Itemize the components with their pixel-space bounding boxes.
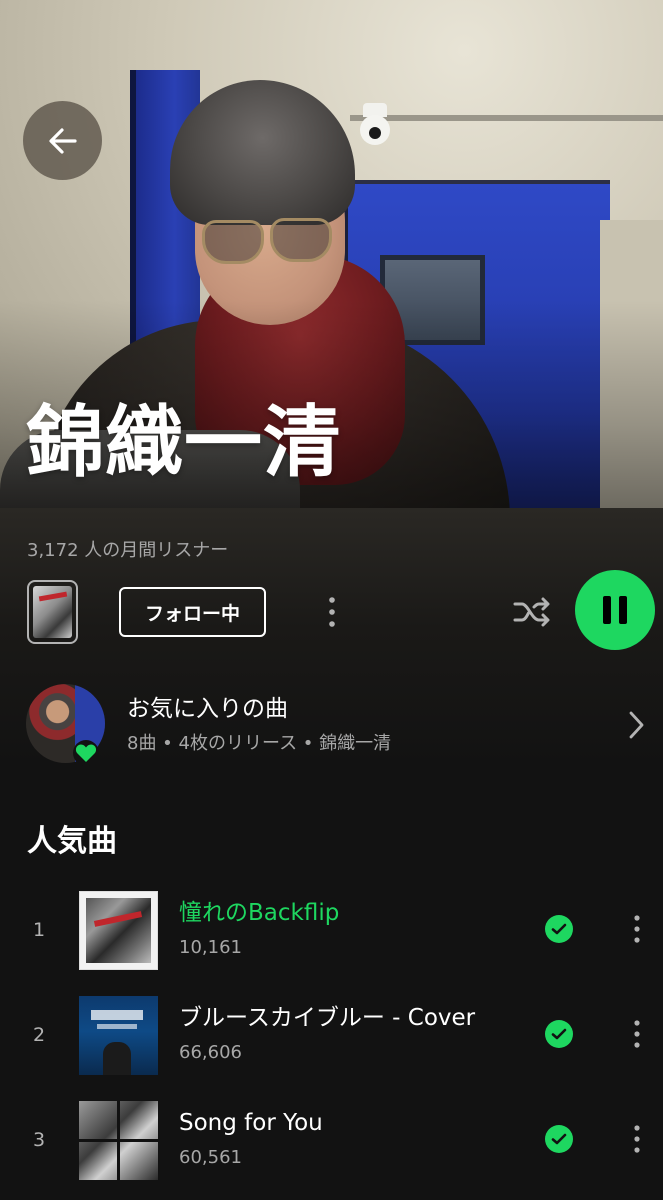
pause-button[interactable] — [575, 570, 655, 650]
track-more-button[interactable] — [624, 1119, 650, 1159]
preview-art — [33, 586, 72, 638]
more-vertical-icon — [634, 1020, 640, 1048]
track-more-button[interactable] — [624, 1014, 650, 1054]
shuffle-icon — [513, 597, 550, 627]
artist-preview-thumbnail[interactable] — [27, 580, 78, 644]
downloaded-button[interactable] — [545, 1020, 573, 1048]
track-rank: 3 — [33, 1129, 46, 1151]
artist-name: 錦織一清 — [26, 398, 343, 488]
liked-songs-subtitle: 8曲 • 4枚のリリース • 錦織一清 — [127, 733, 392, 754]
liked-songs-title: お気に入りの曲 — [127, 696, 288, 722]
track-artwork — [79, 996, 158, 1075]
check-circle-icon — [551, 923, 567, 935]
track-artwork — [79, 891, 158, 970]
track-row[interactable]: 1 憧れのBackflip 10,161 — [0, 889, 663, 971]
check-circle-icon — [551, 1028, 567, 1040]
track-rank: 1 — [33, 919, 46, 941]
track-title: 憧れのBackflip — [179, 900, 340, 926]
chevron-right-icon — [629, 711, 644, 739]
downloaded-button[interactable] — [545, 1125, 573, 1153]
track-artwork — [79, 1101, 158, 1180]
more-vertical-icon — [634, 1125, 640, 1153]
popular-tracks-heading: 人気曲 — [27, 824, 117, 859]
track-play-count: 66,606 — [179, 1042, 242, 1063]
liked-songs-row[interactable]: お気に入りの曲 8曲 • 4枚のリリース • 錦織一清 — [0, 682, 663, 768]
more-options-button[interactable] — [318, 592, 346, 632]
pause-icon — [603, 596, 611, 624]
track-row[interactable]: 3 Song for You 60,561 — [0, 1099, 663, 1181]
track-more-button[interactable] — [624, 909, 650, 949]
monthly-listeners: 3,172 人の月間リスナー — [27, 540, 229, 561]
follow-button[interactable]: フォロー中 — [119, 587, 266, 637]
more-vertical-icon — [329, 597, 335, 627]
track-title: ブルースカイブルー - Cover — [179, 1005, 476, 1031]
more-vertical-icon — [634, 915, 640, 943]
shuffle-button[interactable] — [510, 592, 554, 632]
track-row[interactable]: 2 ブルースカイブルー - Cover 66,606 — [0, 994, 663, 1076]
action-bar: フォロー中 — [0, 570, 663, 656]
track-rank: 2 — [33, 1024, 46, 1046]
back-button[interactable] — [23, 101, 102, 180]
heart-icon — [75, 744, 97, 762]
heart-badge — [73, 740, 99, 766]
track-play-count: 60,561 — [179, 1147, 242, 1168]
check-circle-icon — [551, 1133, 567, 1145]
downloaded-button[interactable] — [545, 915, 573, 943]
arrow-left-icon — [48, 127, 77, 154]
track-title: Song for You — [179, 1110, 323, 1136]
track-play-count: 10,161 — [179, 937, 242, 958]
